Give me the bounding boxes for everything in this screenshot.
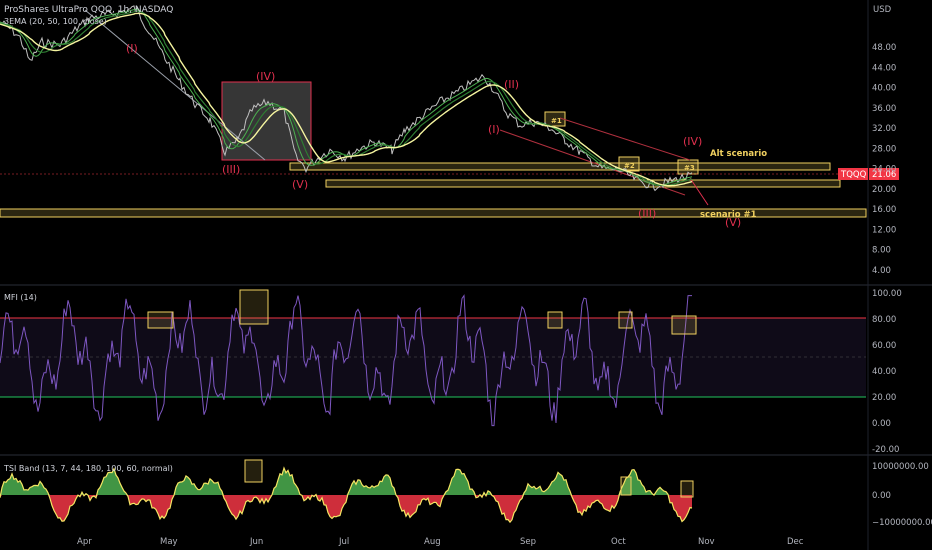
month-label: Apr (77, 537, 92, 547)
mfi-title[interactable]: MFI (14) (4, 293, 37, 302)
alt-scenario-label: Alt scenario (710, 149, 767, 159)
mfi-box (547, 311, 563, 329)
chart-canvas: TQQQ 21.06 (I) (III) (IV) (V) (II) (I) (… (0, 0, 932, 550)
box-label: #3 (684, 164, 695, 172)
month-label: Jun (249, 537, 263, 547)
price-tick-label: 4.00 (872, 266, 891, 276)
tsi-tick-label: −10000000.00 (872, 518, 932, 528)
scenario-zone-1 (325, 179, 841, 188)
tsi-axis[interactable]: 10000000.00 0.00 −10000000.00 (872, 462, 932, 528)
price-tick-label: 8.00 (872, 246, 891, 256)
tsi-box (244, 459, 263, 483)
mfi-tick-label: -20.00 (872, 445, 899, 455)
wave-label: (IV) (256, 70, 275, 83)
month-label: Dec (787, 537, 804, 547)
chart-window: TQQQ 21.06 (I) (III) (IV) (V) (II) (I) (… (0, 0, 932, 550)
wave-label: (III) (222, 163, 240, 176)
mfi-box (671, 315, 697, 335)
mfi-tick-label: 40.00 (872, 367, 896, 377)
mfi-tick-label: 60.00 (872, 341, 896, 351)
tsi-negative-area (0, 495, 692, 523)
tsi-box (620, 476, 632, 496)
tsi-tick-label: 0.00 (872, 491, 891, 501)
mfi-tick-label: 0.00 (872, 419, 891, 429)
mfi-box (618, 311, 633, 329)
mfi-axis[interactable]: 100.00 80.00 60.00 40.00 20.00 0.00 -20.00 (872, 289, 902, 455)
month-label: May (160, 537, 178, 547)
mfi-box (239, 289, 269, 325)
price-tick-label: 16.00 (872, 205, 896, 215)
ema-indicator-label[interactable]: 3EMA (20, 50, 100, close) (4, 17, 107, 26)
box-label: #1 (551, 117, 562, 125)
price-tick-label: 44.00 (872, 63, 896, 73)
tsi-title[interactable]: TSI Band (13, 7, 44, 180, 100, 60, norma… (3, 464, 173, 473)
symbol-title[interactable]: ProShares UltraPro QQQ, 1h, NASDAQ (4, 5, 173, 15)
wave-label: (V) (292, 178, 308, 191)
price-axis[interactable]: 48.00 44.00 40.00 36.00 32.00 28.00 24.00 20.00… (872, 43, 896, 276)
tsi-box (680, 480, 694, 498)
month-label: Sep (520, 537, 536, 547)
mfi-band-fill (0, 318, 866, 397)
mfi-tick-label: 100.00 (872, 289, 902, 299)
price-tick-label: 12.00 (872, 225, 896, 235)
mfi-box (147, 311, 174, 329)
price-tick-label: 48.00 (872, 43, 896, 53)
price-tick-label: 20.00 (872, 185, 896, 195)
wave-label: (III) (638, 207, 656, 220)
month-label: Aug (424, 537, 441, 547)
wave-label: (I) (126, 42, 138, 55)
price-tick-label: 32.00 (872, 124, 896, 134)
wave-label: (II) (504, 78, 519, 91)
price-tick-label: 40.00 (872, 84, 896, 94)
mfi-tick-label: 20.00 (872, 393, 896, 403)
tsi-tick-label: 10000000.00 (872, 462, 929, 472)
month-label: Nov (698, 537, 715, 547)
ticker-tag-label: TQQQ (840, 170, 867, 180)
currency-label: USD (873, 5, 892, 15)
wave-label: (IV) (683, 135, 702, 148)
scenario-1-label: scenario #1 (700, 210, 757, 220)
price-tick-label: 36.00 (872, 104, 896, 114)
price-tick-label: 28.00 (872, 144, 896, 154)
time-axis[interactable]: Apr May Jun Jul Aug Sep Oct Nov Dec (77, 537, 804, 547)
alt-zone (289, 162, 831, 171)
box-label: #2 (624, 162, 635, 170)
price-tick-label: 24.00 (872, 165, 896, 175)
month-label: Oct (611, 537, 626, 547)
month-label: Jul (338, 537, 349, 547)
mfi-tick-label: 80.00 (872, 315, 896, 325)
wave-label: (I) (488, 123, 500, 136)
